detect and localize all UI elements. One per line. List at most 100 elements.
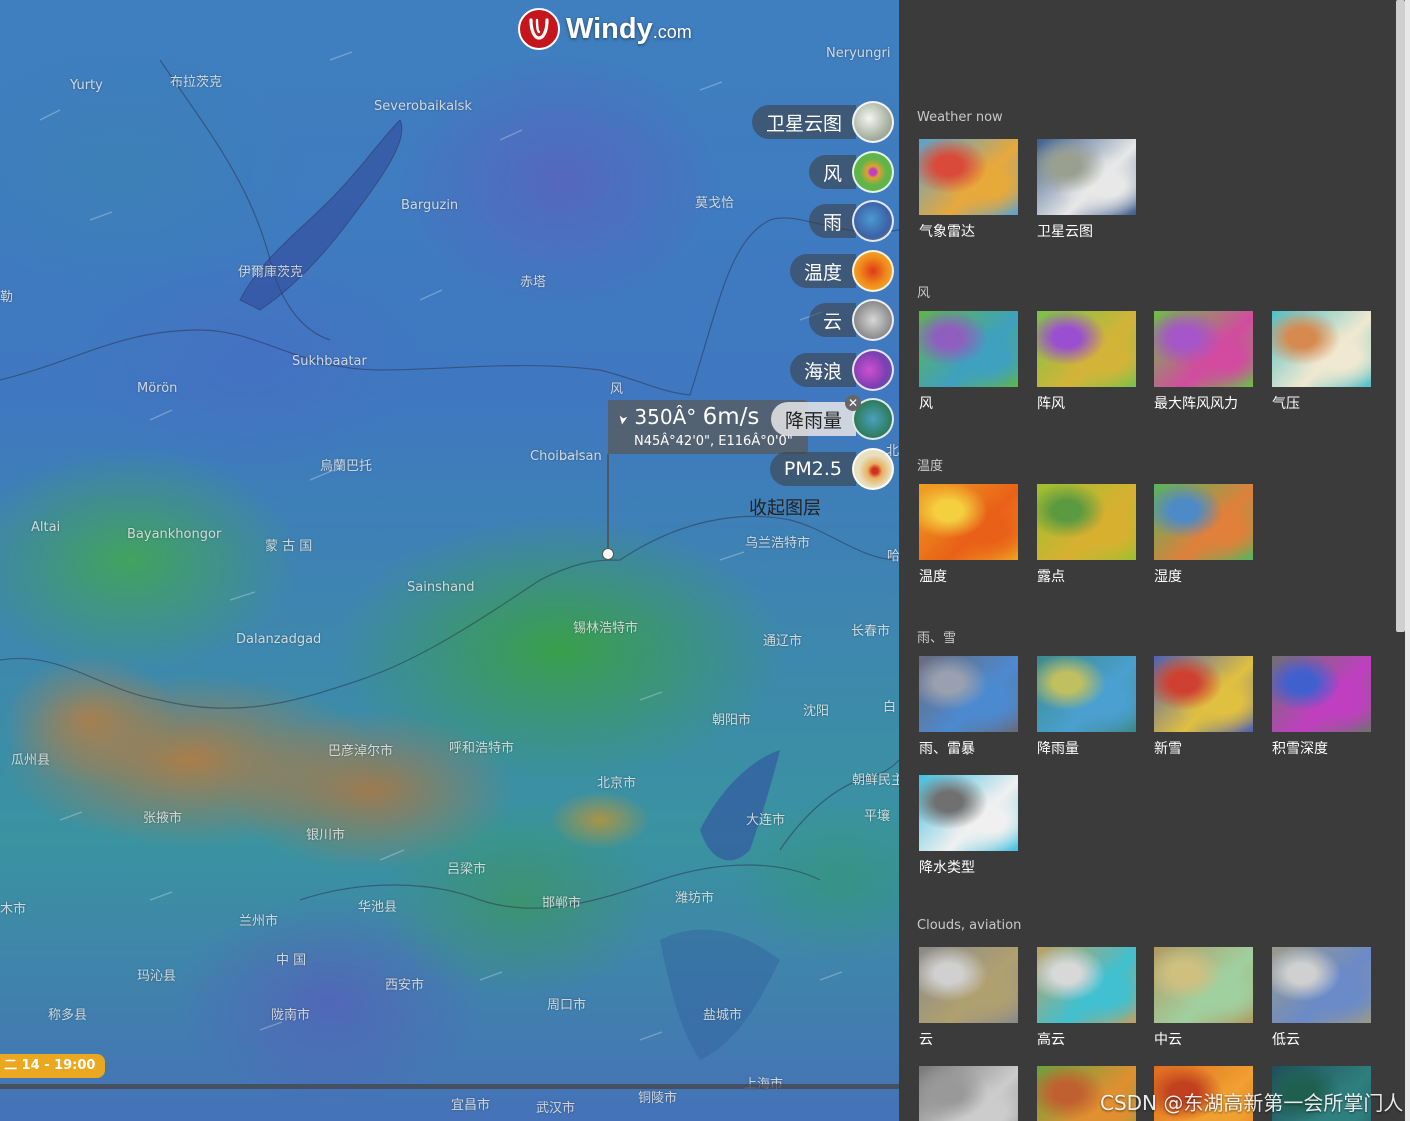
layer-tile[interactable]: 云 [919, 947, 1018, 1049]
map-label: 木市 [0, 902, 27, 917]
layer-thumbnail [1037, 947, 1136, 1023]
layer-item-pm25[interactable]: PM2.5 [769, 448, 894, 490]
map-label: 兰州市 [239, 914, 279, 929]
layer-tile[interactable]: 新雪 [1154, 656, 1253, 758]
layer-item-wind[interactable]: 风 [808, 151, 894, 193]
map-label: 莫戈恰 [695, 196, 735, 211]
map-label: Mörön [137, 381, 178, 396]
layer-tile-label: 气象雷达 [919, 224, 975, 240]
layer-tile[interactable]: 气压 [1272, 311, 1371, 413]
layer-tile[interactable]: 低云 [1272, 947, 1371, 1049]
picker-coordinates: N45Â°42'0", E116Â°0'0" [634, 434, 793, 449]
watermark: CSDN @东湖高新第一会所掌门人 [1100, 1091, 1404, 1115]
map-label: Yurty [70, 78, 103, 93]
layer-tile[interactable]: 最大阵风风力 [1154, 311, 1253, 413]
layer-tile-label: 卫星云图 [1037, 224, 1093, 240]
map-label: 巴彦淖尔市 [328, 744, 394, 759]
layer-thumbnail [1037, 311, 1136, 387]
layer-thumbnail [1154, 656, 1253, 732]
map-label: 银川市 [306, 828, 346, 843]
collapse-layers-button[interactable]: 收起图层 [749, 494, 821, 520]
windy-logo[interactable]: Windy.com [518, 8, 692, 50]
clouds-layer-icon [852, 299, 894, 341]
map-label: Barguzin [401, 198, 459, 213]
temperature-layer-icon [852, 250, 894, 292]
map-label: 吕梁市 [447, 862, 487, 877]
map-label: 邯郸市 [542, 896, 582, 911]
layer-tile[interactable]: 卫星云图 [1037, 139, 1136, 241]
layer-tile[interactable]: 雨、雷暴 [919, 656, 1018, 758]
map-label: Sukhbaatar [292, 354, 367, 369]
layer-tile[interactable]: 阵风 [1037, 311, 1136, 413]
layer-label: 云 [808, 303, 856, 337]
timeline-bar[interactable] [0, 1084, 899, 1089]
map-label: 哈 [887, 549, 899, 564]
layer-tile-label: 降水类型 [919, 860, 975, 876]
layer-tile-label: 气压 [1272, 396, 1300, 412]
layer-tile[interactable]: 中云 [1154, 947, 1253, 1049]
layer-tile[interactable]: 风 [919, 311, 1018, 413]
wind-layer-icon [852, 151, 894, 193]
map-label: 长春市 [851, 624, 891, 639]
layer-tile[interactable]: 降雨量 [1037, 656, 1136, 758]
map-label: 西安市 [385, 978, 425, 993]
satellite-layer-icon [852, 101, 894, 143]
layer-label: 雨 [808, 204, 856, 238]
windy-logo-icon [518, 8, 560, 50]
layer-thumbnail [919, 311, 1018, 387]
map-label: 朝阳市 [712, 713, 752, 728]
map-label: 华池县 [358, 900, 398, 915]
layer-tile[interactable]: 降水类型 [919, 775, 1018, 877]
layer-tile[interactable] [919, 1066, 1018, 1121]
layer-thumbnail [1272, 311, 1371, 387]
weather-map[interactable]: Yurty 布拉茨克 Severobaikalsk Neryungri Barg… [0, 0, 899, 1121]
map-label: 乌兰浩特市 [745, 536, 811, 551]
map-label: 北京市 [597, 776, 637, 791]
map-label: 中 国 [276, 953, 307, 968]
map-label: 铜陵市 [638, 1091, 678, 1106]
layer-tile[interactable]: 积雪深度 [1272, 656, 1371, 758]
layer-item-temperature[interactable]: 温度 [789, 250, 894, 292]
layer-item-rain[interactable]: 雨 [808, 200, 894, 242]
picker-pin[interactable] [602, 548, 614, 560]
layer-thumbnail [919, 1066, 1018, 1121]
timeline-time-badge[interactable]: 二 14 - 19:00 [0, 1054, 106, 1078]
section-title: 雨、雪 [917, 631, 957, 646]
map-label: 赤塔 [520, 275, 547, 290]
close-icon[interactable]: ✕ [845, 395, 861, 411]
rain-layer-icon [852, 200, 894, 242]
map-label: Severobaikalsk [374, 99, 472, 114]
layer-thumbnail [1272, 947, 1371, 1023]
section-title: 温度 [917, 459, 944, 474]
layer-label: 海浪 [789, 353, 856, 387]
layer-tile-label: 新雪 [1154, 741, 1182, 757]
map-label: 平壤 [864, 809, 891, 824]
map-label: 勒 [0, 290, 14, 305]
layer-tile[interactable]: 露点 [1037, 484, 1136, 586]
layer-tile[interactable]: 高云 [1037, 947, 1136, 1049]
map-label: 大连市 [746, 813, 786, 828]
map-label: Dalanzadgad [236, 632, 322, 647]
map-label: 周口市 [547, 998, 587, 1013]
layer-item-precipitation[interactable]: 降雨量 [770, 398, 894, 440]
map-label: 上海市 [744, 1073, 783, 1092]
map-label: 盐城市 [703, 1008, 743, 1023]
layers-panel: Weather now 气象雷达 卫星云图风风阵风 最大阵风风力 气压 温度 温度 露点 湿度雨… [899, 0, 1405, 1121]
layer-tile[interactable]: 气象雷达 [919, 139, 1018, 241]
windy-logo-text: Windy.com [566, 12, 692, 45]
map-label: Altai [31, 520, 61, 535]
map-label: 武汉市 [536, 1101, 576, 1116]
map-label: 朝鲜民主 [852, 773, 899, 788]
layer-tile-label: 最大阵风风力 [1154, 396, 1238, 412]
map-label: 玛沁县 [137, 969, 177, 984]
map-label: 通辽市 [763, 634, 803, 649]
layer-item-satellite[interactable]: 卫星云图 [751, 101, 894, 143]
layer-item-waves[interactable]: 海浪 [789, 349, 894, 391]
section-title: Weather now [917, 110, 1003, 125]
layer-item-clouds[interactable]: 云 [808, 299, 894, 341]
panel-scrollbar[interactable] [1396, 0, 1405, 632]
layer-thumbnail [919, 656, 1018, 732]
layer-tile[interactable]: 湿度 [1154, 484, 1253, 586]
layer-tile[interactable]: 温度 [919, 484, 1018, 586]
pm25-layer-icon [852, 448, 894, 490]
